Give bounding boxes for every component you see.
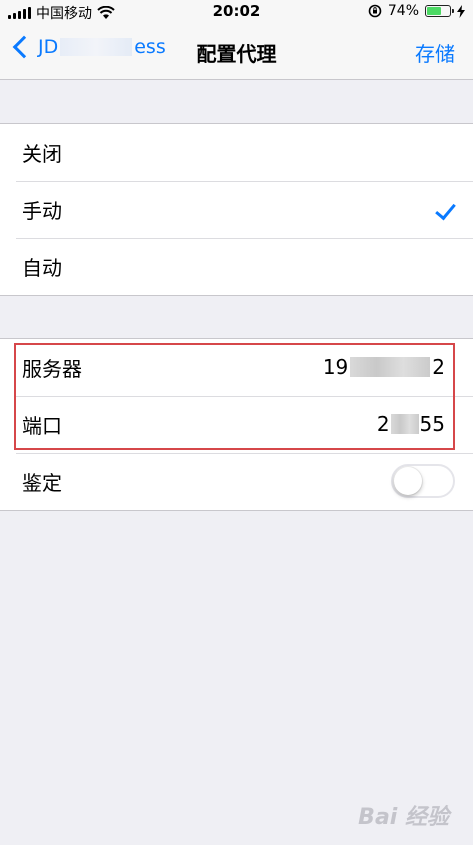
port-label: 端口 xyxy=(22,414,62,438)
server-row: 服务器 19 2 xyxy=(0,339,473,396)
port-value-blurred xyxy=(390,414,419,434)
port-value-end: 55 xyxy=(419,412,445,436)
port-row: 端口 2 55 xyxy=(0,396,473,453)
battery-percent: 74% xyxy=(387,3,419,19)
lock-rotation-icon xyxy=(368,4,382,18)
navigation-bar: JD ess 配置代理 存储 xyxy=(0,24,473,80)
mode-option-label: 手动 xyxy=(22,199,62,223)
proxy-settings-group: 服务器 19 2 端口 2 55 鉴定 xyxy=(0,338,473,511)
mode-option-label: 关闭 xyxy=(22,142,62,166)
mode-option-off[interactable]: 关闭 xyxy=(0,124,473,181)
mode-option-manual[interactable]: 手动 xyxy=(0,181,473,238)
server-field[interactable]: 19 2 xyxy=(323,355,445,379)
server-value-blurred xyxy=(350,357,431,377)
checkmark-icon xyxy=(435,198,456,221)
mode-option-auto[interactable]: 自动 xyxy=(0,238,473,295)
port-field[interactable]: 2 55 xyxy=(377,412,445,436)
server-label: 服务器 xyxy=(22,357,82,381)
server-value-start: 19 xyxy=(322,355,349,379)
charging-icon xyxy=(457,4,465,18)
port-value-start: 2 xyxy=(376,412,390,436)
battery-icon xyxy=(425,5,454,17)
status-right: 74% xyxy=(368,3,465,19)
mode-option-label: 自动 xyxy=(22,256,62,280)
server-value-end: 2 xyxy=(432,355,445,379)
save-button[interactable]: 存储 xyxy=(415,38,455,67)
auth-toggle[interactable] xyxy=(391,464,455,498)
proxy-mode-group: 关闭 手动 自动 xyxy=(0,123,473,296)
auth-label: 鉴定 xyxy=(22,471,62,495)
toggle-knob xyxy=(394,467,422,495)
page-title: 配置代理 xyxy=(196,42,277,66)
auth-row: 鉴定 xyxy=(0,453,473,510)
watermark: Bai 经验 xyxy=(358,805,449,830)
status-bar: 中国移动 20:02 74% xyxy=(0,0,473,24)
